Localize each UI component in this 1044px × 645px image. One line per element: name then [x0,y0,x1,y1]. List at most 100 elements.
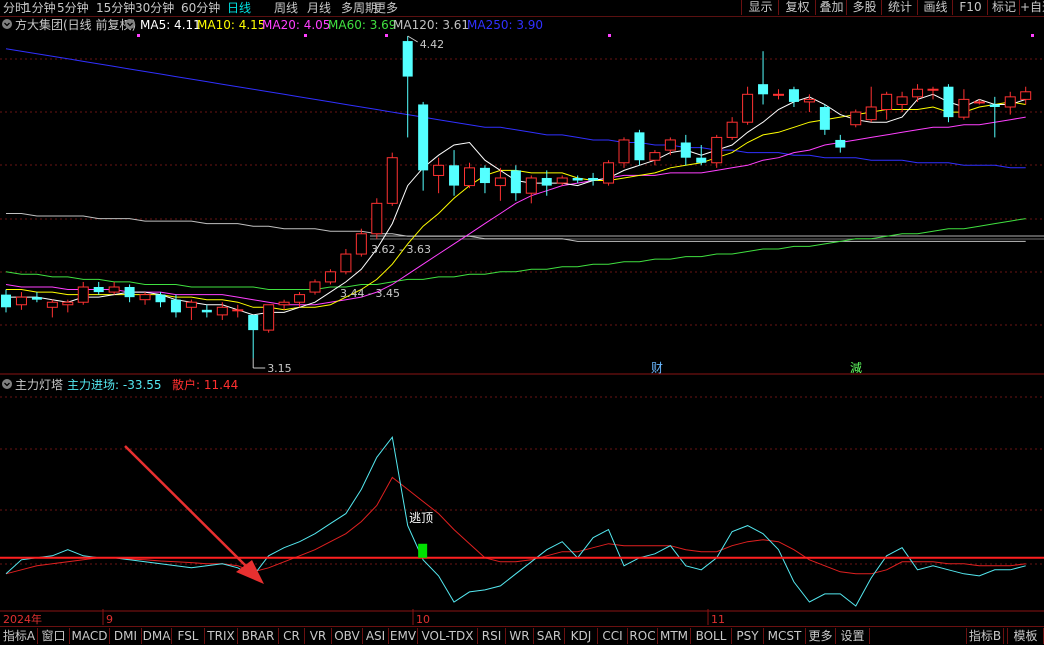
indicator-chart[interactable]: 9 10 11 2024年 主力灯塔 主力进场: -33.55 散户: 11.44 逃顶 [0,376,1044,625]
candle[interactable] [386,152,398,206]
candle[interactable] [1020,86,1032,105]
candle[interactable] [958,89,970,120]
period-tab-5[interactable]: 60分钟 [181,0,220,16]
indicator-tab-1[interactable]: 窗口 [38,628,70,644]
candle[interactable] [278,299,290,310]
indicator-tab-20[interactable]: MTM [658,628,691,644]
period-tab-2[interactable]: 5分钟 [57,0,89,16]
indicator-tab-17[interactable]: KDJ [565,628,598,644]
period-tab-3[interactable]: 15分钟 [96,0,135,16]
indicator-tab-21[interactable]: BOLL [691,628,732,644]
period-tab-10[interactable]: 更多 [374,0,398,16]
candle[interactable] [726,117,738,140]
candle[interactable] [912,84,924,102]
period-tab-9[interactable]: 多周期 [341,0,377,16]
indicator-right-tab-1[interactable]: 模板 [1007,628,1044,644]
candle[interactable] [649,150,661,166]
candle[interactable] [835,134,846,153]
finance-event-marker[interactable]: 财 [651,361,663,375]
toolbar-button-2[interactable]: 叠加 [815,0,847,15]
indicator-tab-12[interactable]: EMV [389,628,418,644]
toolbar-button-5[interactable]: 画线 [917,0,953,15]
candle[interactable] [15,292,27,310]
candle[interactable] [418,101,429,191]
candle[interactable] [819,104,830,135]
candle[interactable] [46,299,58,318]
candle[interactable] [93,281,104,295]
candle[interactable] [232,304,244,318]
candle[interactable] [185,299,197,320]
candlestick-chart[interactable]: 方大集团(日线 前复权) MA5: 4.11MA10: 4.15MA20: 4.0… [0,17,1044,375]
indicator-tab-22[interactable]: PSY [732,628,764,644]
candle[interactable] [742,86,754,125]
candle[interactable] [865,86,877,123]
toolbar-button-7[interactable]: 标记 [987,0,1020,15]
toolbar-button-0[interactable]: 显示 [741,0,779,15]
indicator-tab-18[interactable]: CCI [598,628,628,644]
indicator-tab-25[interactable]: 设置 [836,628,870,644]
candle[interactable] [108,281,120,295]
candle[interactable] [263,304,275,333]
candle[interactable] [850,109,862,128]
indicator-tab-19[interactable]: ROC [628,628,658,644]
candle[interactable] [324,269,336,285]
candle[interactable] [773,89,784,100]
candle[interactable] [711,134,723,168]
candle[interactable] [634,129,645,166]
indicator-tab-8[interactable]: CR [279,628,305,644]
indicator-tab-15[interactable]: WR [506,628,534,644]
candle[interactable] [603,160,615,186]
candle[interactable] [248,314,259,358]
indicator-tab-10[interactable]: OBV [332,628,363,644]
period-tab-7[interactable]: 周线 [274,0,298,16]
period-tab-8[interactable]: 月线 [307,0,331,16]
candle[interactable] [881,91,893,120]
candle[interactable] [1,289,11,313]
indicator-tab-16[interactable]: SAR [534,628,565,644]
indicator-tab-9[interactable]: VR [305,628,332,644]
candle[interactable] [479,165,490,194]
candle[interactable] [31,292,42,303]
collapse-icon[interactable] [2,19,12,29]
indicator-tab-23[interactable]: MCST [764,628,806,644]
candle[interactable] [1004,91,1016,115]
candle[interactable] [680,134,691,166]
toolbar-button-6[interactable]: F10 [952,0,988,15]
period-tab-6[interactable]: 日线 [227,0,251,16]
candle[interactable] [525,175,537,204]
candle[interactable] [618,137,630,168]
candle[interactable] [77,281,89,305]
candle[interactable] [309,279,321,295]
candle[interactable] [201,304,212,318]
indicator-tab-14[interactable]: RSI [478,628,506,644]
collapse-icon[interactable] [2,379,12,389]
candle[interactable] [340,248,352,275]
collapse-icon[interactable] [125,19,135,29]
toolbar-button-4[interactable]: 统计 [881,0,918,15]
indicator-tab-24[interactable]: 更多 [806,628,836,644]
candle[interactable] [464,162,475,189]
period-tab-4[interactable]: 30分钟 [135,0,174,16]
candle[interactable] [139,292,151,305]
candle[interactable] [803,94,815,113]
indicator-tab-5[interactable]: FSL [172,628,205,644]
candle[interactable] [588,172,599,186]
candle[interactable] [371,198,383,239]
indicator-tab-4[interactable]: DMA [142,628,172,644]
toolbar-button-1[interactable]: 复权 [778,0,816,15]
candle[interactable] [449,150,460,196]
indicator-tab-6[interactable]: TRIX [205,628,238,644]
candle[interactable] [124,284,135,303]
indicator-tab-0[interactable]: 指标A [1,628,38,644]
candle[interactable] [402,36,413,138]
indicator-tab-2[interactable]: MACD [70,628,110,644]
indicator-tab-13[interactable]: VOL-TDX [418,628,478,644]
candle[interactable] [355,228,367,257]
toolbar-button-3[interactable]: 多股 [846,0,882,15]
reduction-event-marker[interactable]: 減 [850,360,862,375]
period-tab-1[interactable]: 1分钟 [24,0,56,16]
indicator-tab-11[interactable]: ASI [363,628,389,644]
candle[interactable] [927,86,939,100]
indicator-tab-3[interactable]: DMI [110,628,142,644]
candle[interactable] [510,165,521,201]
